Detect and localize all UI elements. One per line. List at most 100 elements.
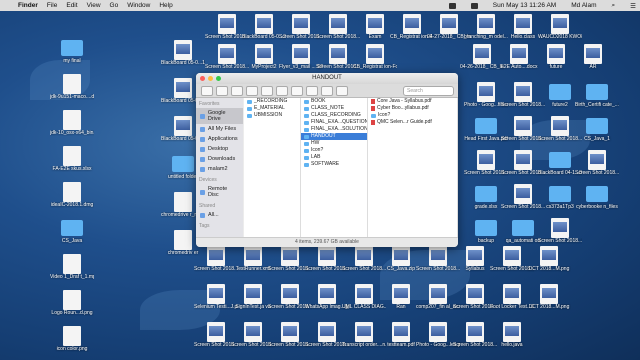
sidebar-item[interactable]: Remote Disc	[196, 184, 243, 200]
list-item[interactable]: HW	[301, 140, 367, 147]
menu-file[interactable]: File	[47, 2, 57, 9]
file-icon	[207, 246, 225, 266]
desktop-icon[interactable]: CS_Java_1	[575, 116, 619, 142]
forward-button[interactable]	[216, 85, 228, 96]
file-icon	[318, 284, 336, 304]
list-item[interactable]: CLASS_NOTE	[301, 105, 367, 112]
menu-edit[interactable]: Edit	[66, 2, 77, 9]
folder-icon	[475, 220, 497, 236]
close-icon[interactable]	[200, 76, 205, 81]
sidebar-item[interactable]: Google Drive	[196, 108, 243, 124]
desktop-icon[interactable]: Birth_Certifi cate_...ation.pdf	[575, 82, 619, 108]
file-icon	[466, 284, 484, 304]
list-item[interactable]: _RECORDING	[244, 98, 300, 105]
back-button[interactable]	[201, 85, 213, 96]
search-icon[interactable]: ⌕	[612, 2, 616, 10]
list-item[interactable]: Cyber Boo...yllabus.pdf	[368, 105, 457, 112]
desktop-icon[interactable]: WAUCD2018 KWO8WL.ini	[538, 14, 582, 40]
desktop-icon-label: Logo Roun...d.png	[51, 310, 93, 316]
desktop-icon[interactable]: CB_Registrat ion-Form.pdf	[353, 44, 397, 70]
share-button[interactable]	[321, 85, 333, 96]
desktop-icon[interactable]: Logo Roun...d.png	[50, 290, 94, 316]
sidebar-item[interactable]: Desktop	[196, 144, 243, 154]
file-icon	[292, 14, 310, 34]
finder-titlebar[interactable]: HANDOUT	[196, 73, 458, 84]
desktop-icon[interactable]: jdk-10_osx-x64_bin.dmg	[50, 110, 94, 136]
arrange-button[interactable]	[291, 85, 303, 96]
action-gear-icon[interactable]	[306, 85, 318, 96]
list-item-label: Cyber Boo...yllabus.pdf	[377, 105, 429, 111]
wifi-icon[interactable]	[448, 2, 456, 9]
user-name[interactable]: Md Alam	[571, 2, 596, 9]
search-input[interactable]: Search	[403, 85, 454, 96]
folder-icon	[247, 106, 252, 111]
menu-finder[interactable]: Finder	[18, 2, 38, 9]
desktop-icon[interactable]: BlackBoard 05-0...18.txt	[161, 40, 205, 66]
file-icon	[355, 246, 373, 266]
desktop-icon[interactable]: FA-E2E skus.xlsx	[50, 146, 94, 172]
desktop-icon[interactable]: DCT 2018...M.png	[527, 246, 571, 272]
list-item[interactable]: LAB	[301, 154, 367, 161]
list-item[interactable]: Icon?	[368, 112, 457, 119]
sidebar-item[interactable]: Downloads	[196, 154, 243, 164]
sidebar-item[interactable]: malam2	[196, 164, 243, 174]
folder-icon	[200, 156, 205, 162]
list-item[interactable]: Icon?	[301, 147, 367, 154]
menu-window[interactable]: Window	[127, 2, 150, 9]
folder-icon	[200, 113, 205, 119]
tag-button[interactable]	[336, 85, 348, 96]
battery-icon[interactable]	[470, 2, 478, 9]
clock[interactable]: Sun May 13 11:26 AM	[493, 2, 556, 9]
list-item[interactable]: QMC Selen...r Guide.pdf	[368, 119, 457, 126]
menu-help[interactable]: Help	[159, 2, 172, 9]
desktop-icon[interactable]: hello.java	[490, 322, 534, 348]
list-item[interactable]: CLASS_RECORDING	[301, 112, 367, 119]
file-icon	[514, 116, 532, 136]
minimize-icon[interactable]	[208, 76, 213, 81]
list-item[interactable]: Core Java - Syllabus.pdf	[368, 98, 457, 105]
finder-window[interactable]: HANDOUT Search Favorites Google Drive All …	[196, 73, 458, 247]
file-icon	[547, 44, 565, 64]
list-item[interactable]: FINAL_EXA...SOLUTION	[301, 126, 367, 133]
sidebar-item[interactable]: All My Files	[196, 124, 243, 134]
desktop-icon[interactable]: jdk-9u151-maco....dmg	[50, 74, 94, 100]
list-item[interactable]: FINAL_EXA...QUESTION	[301, 119, 367, 126]
desktop-icon[interactable]: cyberbooke n_files	[575, 184, 619, 210]
file-icon	[244, 246, 262, 266]
desktop-icon-label: jdk-9u151-maco....dmg	[50, 94, 94, 100]
desktop-icon[interactable]: icon color.png	[50, 326, 94, 352]
desktop-icon[interactable]: DCT 2018...M.png	[527, 284, 571, 310]
folder-icon	[200, 189, 205, 195]
menu-view[interactable]: View	[87, 2, 101, 9]
list-item[interactable]: E_MATERIAL	[244, 105, 300, 112]
gallery-view-button[interactable]	[276, 85, 288, 96]
desktop-icon[interactable]: CS_Java	[50, 218, 94, 244]
desktop-icon[interactable]: Video 1_Draf t_1.mp4	[50, 254, 94, 280]
desktop-icon-label: CS_Java_1	[584, 136, 610, 142]
desktop-icon-label: my final	[63, 58, 81, 64]
desktop-icon[interactable]: Screen Shot 2018...M.png	[538, 218, 582, 244]
sidebar-item[interactable]: All...	[196, 210, 243, 220]
file-icon	[207, 284, 225, 304]
list-icon[interactable]: ☰	[630, 2, 636, 10]
desktop-icon[interactable]: my final	[50, 38, 94, 64]
desktop-icon[interactable]: ideaIC-2018.1.dmg	[50, 182, 94, 208]
desktop-icon[interactable]: AR	[571, 44, 615, 70]
file-icon	[244, 322, 262, 342]
sidebar-item[interactable]: Applications	[196, 134, 243, 144]
list-item-label: CLASS_NOTE	[311, 105, 345, 111]
list-item[interactable]: UBMISSION	[244, 112, 300, 119]
zoom-icon[interactable]	[216, 76, 221, 81]
list-item[interactable]: SOFTWARE	[301, 161, 367, 168]
list-item[interactable]: HANDOUT	[301, 133, 367, 140]
sidebar-item-label: Remote Disc	[207, 186, 228, 198]
list-view-button[interactable]	[246, 85, 258, 96]
list-item-label: SOFTWARE	[311, 161, 340, 167]
folder-icon	[61, 40, 83, 56]
list-item[interactable]: BOOK	[301, 98, 367, 105]
column-view-button[interactable]	[261, 85, 273, 96]
folder-icon	[586, 186, 608, 202]
menu-go[interactable]: Go	[110, 2, 119, 9]
desktop-icon[interactable]: Screen Shot 2018...M.png	[575, 150, 619, 176]
icon-view-button[interactable]	[231, 85, 243, 96]
